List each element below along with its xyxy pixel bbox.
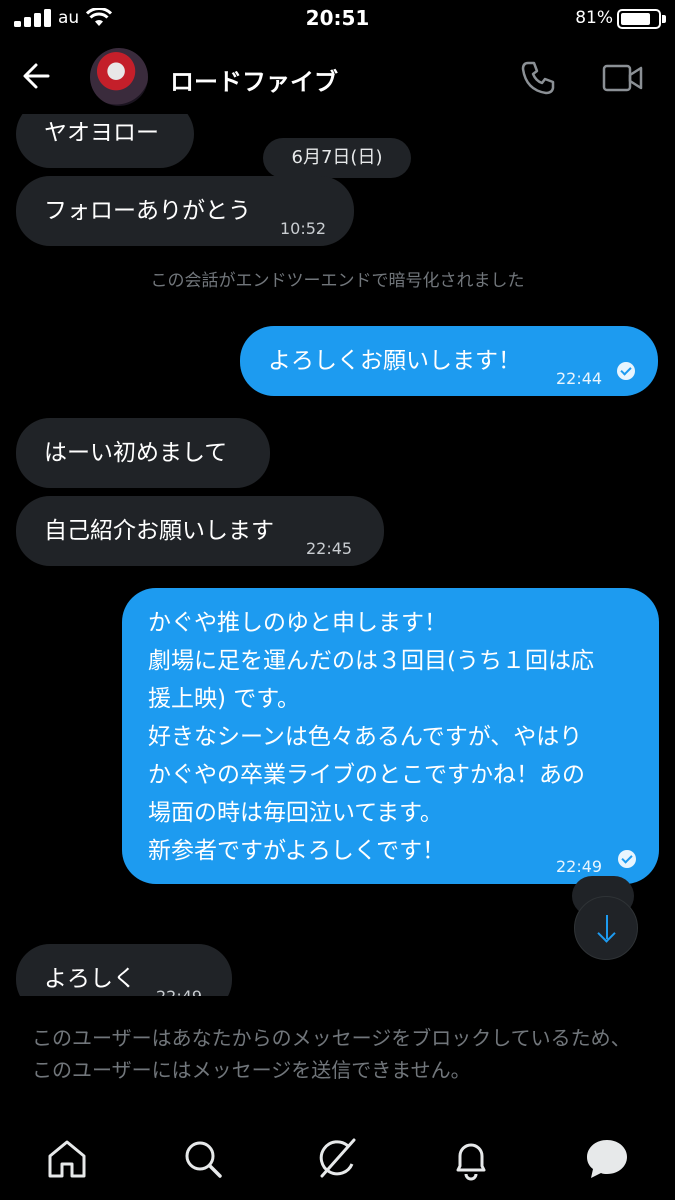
message-text: はーい初めまして xyxy=(44,440,228,466)
battery-cap xyxy=(662,15,666,23)
blocked-notice: このユーザーはあなたからのメッセージをブロックしているため、このユーザーにはメッ… xyxy=(32,1026,631,1082)
message-bubble-received[interactable]: ヤオヨロー xyxy=(16,114,194,168)
date-separator: 6月7日(日) xyxy=(263,138,411,178)
video-camera-icon[interactable] xyxy=(602,60,644,96)
message-line: 劇場に足を運んだのは３回目(うち１回は応 xyxy=(148,648,594,674)
message-bubble-sent[interactable]: かぐや推しのゆと申します！ 劇場に足を運んだのは３回目(うち１回は応 援上映) … xyxy=(122,588,659,884)
scroll-down-button[interactable] xyxy=(574,896,638,960)
status-bar: au 20:51 81% xyxy=(0,0,675,40)
status-time: 20:51 xyxy=(305,6,370,30)
read-check-icon xyxy=(617,362,635,380)
message-bubble-sent[interactable]: よろしくお願いします！ 22:44 xyxy=(240,326,658,396)
message-text: ヤオヨロー xyxy=(44,120,159,146)
message-line: かぐやの卒業ライブのとこですかね！あの xyxy=(148,762,585,788)
message-line: 場面の時は毎回泣いてます。 xyxy=(148,800,443,826)
search-icon[interactable] xyxy=(178,1134,228,1184)
phone-icon[interactable] xyxy=(518,58,558,98)
message-time: 10:52 xyxy=(280,219,327,238)
conversation-header: ロードファイブ xyxy=(0,40,675,114)
message-time: 22:44 xyxy=(556,369,603,388)
message-list[interactable]: ヤオヨロー 6月7日(日) フォローありがとう 10:52 この会話がエンドツー… xyxy=(0,114,675,996)
message-time: 22:45 xyxy=(306,539,353,558)
message-line: かぐや推しのゆと申します！ xyxy=(148,610,447,636)
message-line: 好きなシーンは色々あるんですが、やはり xyxy=(148,724,583,750)
battery-icon xyxy=(617,9,661,29)
read-check-icon xyxy=(618,850,636,868)
bell-icon[interactable] xyxy=(446,1134,496,1184)
message-bubble-received[interactable]: はーい初めまして xyxy=(16,418,270,488)
contact-name[interactable]: ロードファイブ xyxy=(170,62,338,97)
message-bubble-received[interactable]: フォローありがとう 10:52 xyxy=(16,176,354,246)
arrow-left-icon[interactable] xyxy=(18,56,58,96)
grok-icon[interactable] xyxy=(312,1134,362,1184)
message-time: 22:49 xyxy=(156,978,202,996)
battery-percent: 81% xyxy=(575,8,613,28)
messages-icon[interactable] xyxy=(582,1134,632,1184)
message-text: よろしく xyxy=(44,966,136,992)
message-bubble-received[interactable]: 自己紹介お願いします 22:45 xyxy=(16,496,384,566)
avatar[interactable] xyxy=(90,48,148,106)
home-icon[interactable] xyxy=(42,1134,92,1184)
message-bubble-received[interactable]: よろしく 22:49 xyxy=(16,944,232,996)
bottom-navigation xyxy=(0,1120,675,1200)
message-line: 援上映) です。 xyxy=(148,686,300,712)
encryption-notice: この会話がエンドツーエンドで暗号化されました xyxy=(150,271,525,291)
